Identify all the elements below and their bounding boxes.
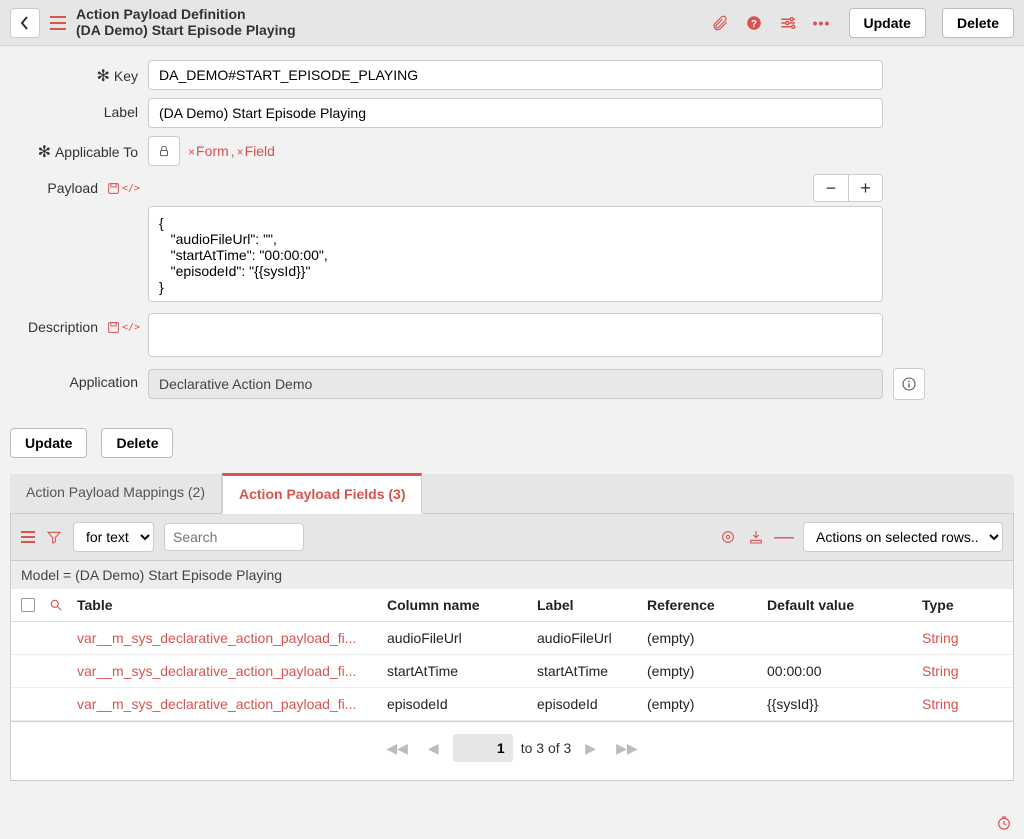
remove-icon[interactable]: — (775, 528, 793, 546)
page-number-input[interactable] (453, 734, 513, 762)
row-label: audioFileUrl (537, 630, 647, 646)
label-input[interactable] (148, 98, 883, 128)
row-column-name: episodeId (387, 696, 537, 712)
attachment-icon[interactable] (711, 14, 729, 32)
personalize-icon[interactable] (719, 528, 737, 546)
header-type[interactable]: Type (922, 597, 1003, 613)
description-textarea[interactable] (148, 313, 883, 357)
table-row: var__m_sys_declarative_action_payload_fi… (11, 622, 1013, 655)
row-reference: (empty) (647, 630, 767, 646)
code-icon[interactable]: </> (124, 320, 138, 334)
pagination: ◀◀ ◀ to 3 of 3 ▶ ▶▶ (10, 722, 1014, 781)
table-row: var__m_sys_declarative_action_payload_fi… (11, 655, 1013, 688)
collapse-button[interactable]: − (814, 175, 848, 201)
row-table-link[interactable]: var__m_sys_declarative_action_payload_fi… (77, 696, 377, 712)
applicable-tag-field[interactable]: ×Field (237, 143, 275, 159)
header-label[interactable]: Label (537, 597, 647, 613)
list-menu-icon[interactable] (21, 531, 35, 543)
related-list-tabs: Action Payload Mappings (2) Action Paylo… (10, 474, 1014, 514)
row-label: episodeId (537, 696, 647, 712)
chevron-left-icon (20, 16, 30, 30)
expand-button[interactable]: + (848, 175, 882, 201)
code-icon[interactable]: </> (124, 181, 138, 195)
page-first-button[interactable]: ◀◀ (380, 738, 414, 759)
applicable-tag-form[interactable]: ×Form (188, 143, 229, 159)
row-table-link[interactable]: var__m_sys_declarative_action_payload_fi… (77, 630, 377, 646)
payload-label: Payload (47, 180, 98, 196)
tab-action-payload-mappings[interactable]: Action Payload Mappings (2) (10, 474, 222, 513)
header-default-value[interactable]: Default value (767, 597, 922, 613)
tab-action-payload-fields[interactable]: Action Payload Fields (3) (222, 473, 422, 514)
search-mode-select[interactable]: for text (73, 522, 154, 552)
timing-icon[interactable] (996, 815, 1012, 831)
page-last-button[interactable]: ▶▶ (610, 738, 644, 759)
key-label: Key (114, 68, 138, 84)
row-type-link[interactable]: String (922, 696, 959, 712)
page-header: Action Payload Definition (DA Demo) Star… (0, 0, 1024, 46)
row-default: {{sysId}} (767, 696, 922, 712)
row-type-link[interactable]: String (922, 663, 959, 679)
row-label: startAtTime (537, 663, 647, 679)
delete-button[interactable]: Delete (942, 8, 1014, 38)
row-column-name: startAtTime (387, 663, 537, 679)
label-label: Label (104, 104, 138, 120)
page-next-button[interactable]: ▶ (579, 738, 602, 759)
filter-icon[interactable] (45, 528, 63, 546)
required-icon: ✻ (96, 66, 109, 86)
more-icon[interactable]: ••• (813, 14, 831, 32)
model-breadcrumb: Model = (DA Demo) Start Episode Playing (10, 561, 1014, 589)
back-button[interactable] (10, 8, 40, 38)
page-prev-button[interactable]: ◀ (422, 738, 445, 759)
save-icon[interactable] (106, 320, 120, 334)
lock-button[interactable] (148, 136, 180, 166)
update-button[interactable]: Update (849, 8, 926, 38)
menu-icon[interactable] (50, 16, 66, 30)
help-icon[interactable]: ? (745, 14, 763, 32)
record-type-title: Action Payload Definition (76, 6, 701, 23)
select-all-checkbox[interactable] (21, 598, 35, 612)
application-info-button[interactable] (893, 368, 925, 400)
search-icon[interactable] (49, 598, 77, 612)
delete-button-lower[interactable]: Delete (101, 428, 173, 458)
form-area: ✻Key Label ✻Applicable To ×Form , ×Field (0, 46, 1024, 418)
application-input (148, 369, 883, 399)
application-label: Application (70, 374, 139, 390)
lock-icon (157, 144, 171, 158)
update-button-lower[interactable]: Update (10, 428, 87, 458)
info-icon (901, 376, 917, 392)
record-name-title: (DA Demo) Start Episode Playing (76, 22, 701, 39)
applicable-to-label: Applicable To (55, 144, 138, 160)
export-icon[interactable] (747, 528, 765, 546)
grid-search-input[interactable] (164, 523, 304, 551)
header-column-name[interactable]: Column name (387, 597, 537, 613)
save-icon[interactable] (106, 181, 120, 195)
row-table-link[interactable]: var__m_sys_declarative_action_payload_fi… (77, 663, 377, 679)
grid-toolbar: for text — Actions on selected rows... (10, 514, 1014, 561)
table-row: var__m_sys_declarative_action_payload_fi… (11, 688, 1013, 721)
row-reference: (empty) (647, 663, 767, 679)
row-reference: (empty) (647, 696, 767, 712)
header-reference[interactable]: Reference (647, 597, 767, 613)
svg-text:?: ? (751, 18, 757, 29)
row-column-name: audioFileUrl (387, 630, 537, 646)
header-table[interactable]: Table (77, 597, 387, 613)
payload-textarea[interactable]: { "audioFileUrl": "", "startAtTime": "00… (148, 206, 883, 302)
actions-select[interactable]: Actions on selected rows... (803, 522, 1003, 552)
settings-icon[interactable] (779, 14, 797, 32)
description-label: Description (28, 319, 98, 335)
grid: Table Column name Label Reference Defaul… (10, 589, 1014, 722)
row-type-link[interactable]: String (922, 630, 959, 646)
row-default: 00:00:00 (767, 663, 922, 679)
required-icon: ✻ (38, 142, 51, 162)
page-range: to 3 of 3 (521, 740, 572, 756)
key-input[interactable] (148, 60, 883, 90)
